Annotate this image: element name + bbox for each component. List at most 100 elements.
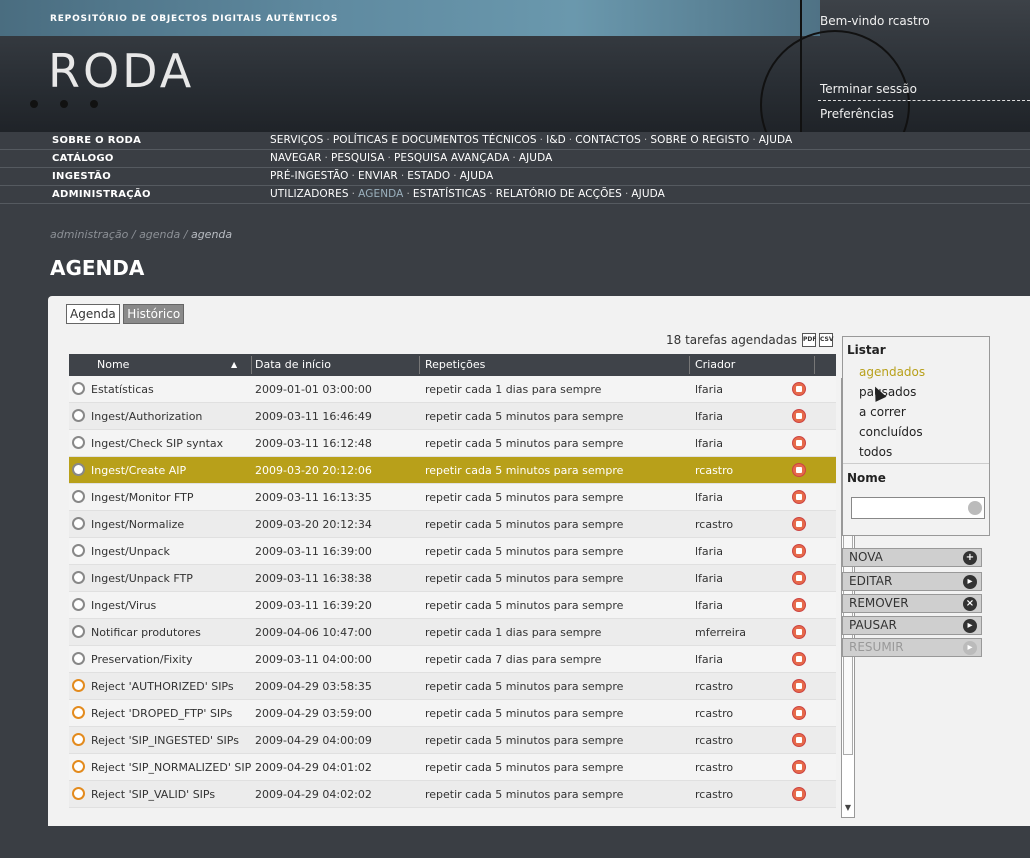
task-status-icon: [72, 463, 85, 476]
table-row[interactable]: Ingest/Unpack FTP 2009-03-11 16:38:38 repe…: [69, 565, 836, 592]
separator: ·: [752, 134, 756, 146]
filter-item[interactable]: todos: [859, 445, 892, 459]
table-row[interactable]: Reject 'SIP_VALID' SIPs 2009-04-29 04:02:…: [69, 781, 836, 808]
stop-icon[interactable]: [792, 544, 806, 558]
menu-link[interactable]: AJUDA: [759, 134, 793, 146]
task-status-icon: [72, 544, 85, 557]
stop-icon[interactable]: [792, 490, 806, 504]
stop-icon[interactable]: [792, 706, 806, 720]
tagline: REPOSITÓRIO DE OBJECTOS DIGITAIS AUTÊNTI…: [50, 14, 339, 24]
stop-icon[interactable]: [792, 463, 806, 477]
new-button[interactable]: NOVA +: [842, 548, 982, 567]
menu-section[interactable]: ADMINISTRAÇÃO: [52, 189, 151, 200]
filter-item[interactable]: agendados: [859, 365, 925, 379]
breadcrumb: administração / agenda / agenda: [50, 228, 233, 241]
logout-link[interactable]: Terminar sessão: [820, 82, 917, 96]
header-banner: REPOSITÓRIO DE OBJECTOS DIGITAIS AUTÊNTI…: [0, 0, 1030, 132]
col-creator-header[interactable]: Criador: [695, 358, 735, 371]
menu-link[interactable]: PESQUISA AVANÇADA: [394, 152, 509, 164]
cell-start: 2009-03-20 20:12:34: [255, 518, 372, 531]
stop-icon[interactable]: [792, 652, 806, 666]
table-row[interactable]: Ingest/Authorization 2009-03-11 16:46:49 r…: [69, 403, 836, 430]
filter-item[interactable]: pausados: [859, 385, 916, 399]
stop-icon[interactable]: [792, 679, 806, 693]
table-row[interactable]: Reject 'SIP_NORMALIZED' SIPs 2009-04-29 0…: [69, 754, 836, 781]
menu-link[interactable]: SERVIÇOS: [270, 134, 323, 146]
menu-link[interactable]: ESTADO: [407, 170, 450, 182]
table-row[interactable]: Ingest/Normalize 2009-03-20 20:12:34 repet…: [69, 511, 836, 538]
resume-button[interactable]: RESUMIR ▸: [842, 638, 982, 657]
pause-button[interactable]: PAUSAR ▸: [842, 616, 982, 635]
stop-icon[interactable]: [792, 625, 806, 639]
tab-bar: Agenda Histórico: [66, 304, 185, 324]
menu-link[interactable]: PESQUISA: [331, 152, 385, 164]
menu-link[interactable]: AJUDA: [519, 152, 553, 164]
menu-section[interactable]: SOBRE O RODA: [52, 135, 141, 146]
col-name-header[interactable]: Nome: [97, 358, 129, 371]
menu-link[interactable]: RELATÓRIO DE ACÇÕES: [496, 188, 622, 200]
stop-icon[interactable]: [792, 571, 806, 585]
stop-icon[interactable]: [792, 733, 806, 747]
menu-link[interactable]: AGENDA: [358, 188, 403, 200]
pdf-export-icon[interactable]: PDF: [802, 333, 816, 347]
menu-link[interactable]: AJUDA: [460, 170, 494, 182]
table-row[interactable]: Preservation/Fixity 2009-03-11 04:00:00 re…: [69, 646, 836, 673]
name-filter-input[interactable]: [851, 497, 985, 519]
menu-link[interactable]: AJUDA: [631, 188, 665, 200]
preferences-link[interactable]: Preferências: [820, 107, 894, 121]
table-row[interactable]: Reject 'AUTHORIZED' SIPs 2009-04-29 03:58…: [69, 673, 836, 700]
menu-link[interactable]: POLÍTICAS E DOCUMENTOS TÉCNICOS: [333, 134, 537, 146]
table-row[interactable]: Ingest/Unpack 2009-03-11 16:39:00 repetir …: [69, 538, 836, 565]
table-row[interactable]: Ingest/Monitor FTP 2009-03-11 16:13:35 rep…: [69, 484, 836, 511]
table-row[interactable]: Notificar produtores 2009-04-06 10:47:00 r…: [69, 619, 836, 646]
menu-links: PRÉ-INGESTÃO · ENVIAR · ESTADO · AJUDA: [270, 170, 493, 182]
task-status-icon: [72, 490, 85, 503]
table-row[interactable]: Estatísticas 2009-01-01 03:00:00 repetir c…: [69, 376, 836, 403]
cell-creator: rcastro: [695, 464, 734, 477]
menu-link[interactable]: PRÉ-INGESTÃO: [270, 170, 349, 182]
filter-item[interactable]: concluídos: [859, 425, 923, 439]
task-status-icon: [72, 625, 85, 638]
stop-icon[interactable]: [792, 382, 806, 396]
stop-icon[interactable]: [792, 436, 806, 450]
menu-section[interactable]: CATÁLOGO: [52, 153, 114, 164]
stop-icon[interactable]: [792, 517, 806, 531]
cell-repeat: repetir cada 5 minutos para sempre: [425, 491, 624, 504]
breadcrumb-agenda[interactable]: agenda: [139, 228, 180, 241]
stop-icon[interactable]: [792, 598, 806, 612]
stop-icon[interactable]: [792, 787, 806, 801]
sort-asc-icon[interactable]: ▲: [231, 360, 237, 369]
col-start-header[interactable]: Data de início: [255, 358, 331, 371]
cell-repeat: repetir cada 5 minutos para sempre: [425, 734, 624, 747]
play-icon: ▸: [963, 641, 977, 655]
search-go-icon[interactable]: [968, 501, 982, 515]
remove-button[interactable]: REMOVER ×: [842, 594, 982, 613]
menu-link[interactable]: NAVEGAR: [270, 152, 322, 164]
menu-link[interactable]: ESTATÍSTICAS: [413, 188, 486, 200]
table-row[interactable]: Ingest/Create AIP 2009-03-20 20:12:06 repe…: [69, 457, 836, 484]
menu-section[interactable]: INGESTÃO: [52, 171, 111, 182]
col-repeat-header[interactable]: Repetições: [425, 358, 485, 371]
stop-icon[interactable]: [792, 409, 806, 423]
tab-history[interactable]: Histórico: [123, 304, 185, 324]
scroll-down-icon[interactable]: ▼: [842, 803, 854, 817]
table-row[interactable]: Reject 'DROPED_FTP' SIPs 2009-04-29 03:59…: [69, 700, 836, 727]
csv-export-icon[interactable]: CSV: [819, 333, 833, 347]
table-row[interactable]: Reject 'SIP_INGESTED' SIPs 2009-04-29 04:…: [69, 727, 836, 754]
filter-item[interactable]: a correr: [859, 405, 906, 419]
menu-link[interactable]: UTILIZADORES: [270, 188, 349, 200]
cell-start: 2009-04-06 10:47:00: [255, 626, 372, 639]
edit-button[interactable]: EDITAR ▸: [842, 572, 982, 591]
stop-icon[interactable]: [792, 760, 806, 774]
breadcrumb-admin[interactable]: administração: [50, 228, 128, 241]
tab-agenda[interactable]: Agenda: [66, 304, 120, 324]
menu-link[interactable]: SOBRE O REGISTO: [650, 134, 749, 146]
menu-link[interactable]: CONTACTOS: [575, 134, 641, 146]
menu-link[interactable]: ENVIAR: [358, 170, 398, 182]
breadcrumb-current: agenda: [190, 228, 233, 241]
cell-repeat: repetir cada 5 minutos para sempre: [425, 680, 624, 693]
table-row[interactable]: Ingest/Virus 2009-03-11 16:39:20 repetir c…: [69, 592, 836, 619]
table-row[interactable]: Ingest/Check SIP syntax 2009-03-11 16:12:…: [69, 430, 836, 457]
menu-link[interactable]: I&D: [546, 134, 566, 146]
cell-creator: lfaria: [695, 572, 723, 585]
